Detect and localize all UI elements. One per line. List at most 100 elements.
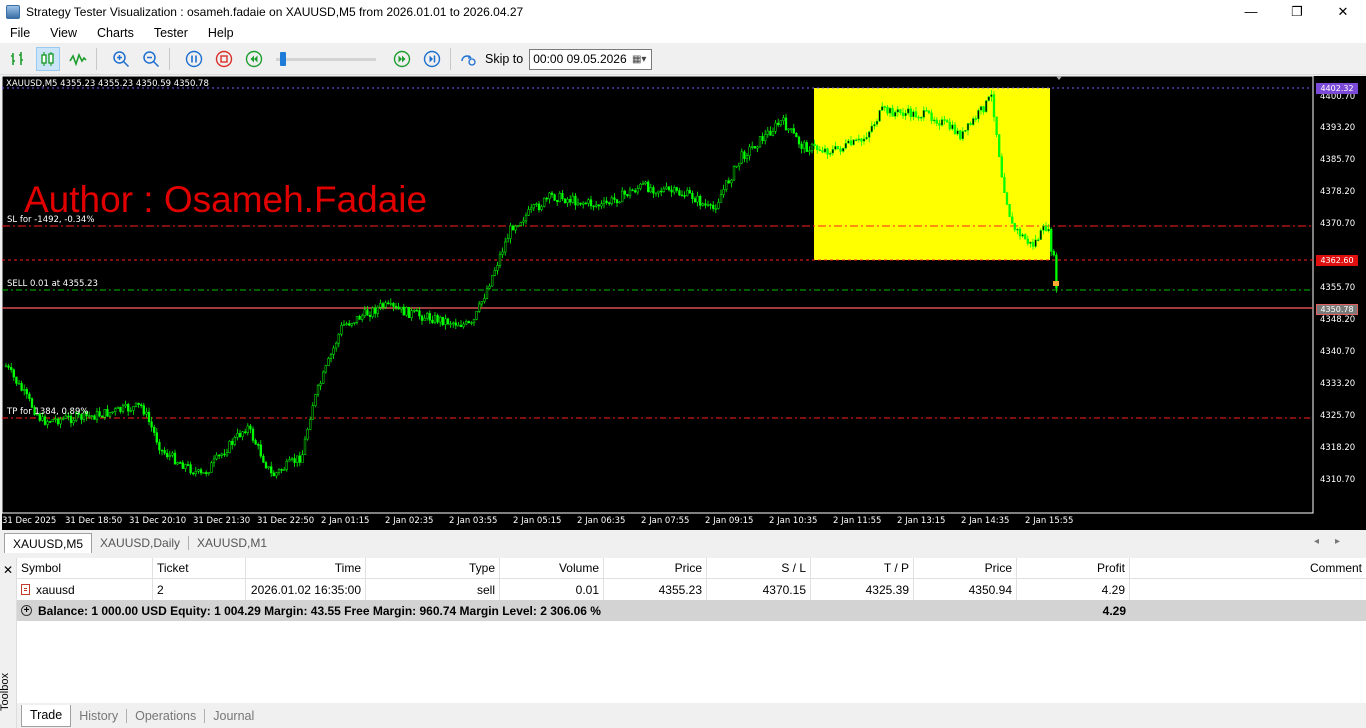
order-doc-icon xyxy=(21,584,30,595)
table-row[interactable]: xauusd 2 2026.01.02 16:35:00 sell 0.01 4… xyxy=(17,579,1366,600)
price-chart[interactable]: XAUUSD,M5 4355.23 4355.23 4350.59 4350.7… xyxy=(2,76,1366,530)
candle-body xyxy=(904,112,907,117)
line-chart-icon[interactable] xyxy=(66,47,90,71)
candle-body xyxy=(550,192,554,195)
toolbar-separator xyxy=(96,48,97,70)
slider-thumb[interactable] xyxy=(280,52,286,66)
candle-body xyxy=(862,138,866,142)
candle-body xyxy=(324,365,327,373)
maximize-button[interactable]: ❐ xyxy=(1274,0,1320,23)
tab-trade[interactable]: Trade xyxy=(21,704,72,727)
pause-icon[interactable] xyxy=(182,47,206,71)
candle-body xyxy=(540,206,543,211)
skip-to-icon[interactable] xyxy=(457,47,481,71)
time-label: 2 Jan 14:35 xyxy=(961,516,1010,526)
candle-body xyxy=(992,94,996,118)
tab-xauusd-m5[interactable]: XAUUSD,M5 xyxy=(4,533,93,553)
menu-help[interactable]: Help xyxy=(198,26,244,40)
candle-body xyxy=(106,409,109,417)
candle-body xyxy=(301,454,304,463)
candle-body xyxy=(1021,234,1024,237)
cell-time: 2026.01.02 16:35:00 xyxy=(246,579,366,600)
candle-body xyxy=(43,416,47,425)
fast-forward-icon[interactable] xyxy=(390,47,414,71)
col-time[interactable]: Time xyxy=(246,557,366,579)
candle-body xyxy=(20,382,23,391)
balance-row: + Balance: 1 000.00 USD Equity: 1 004.29… xyxy=(17,600,1366,621)
candle-body xyxy=(519,222,522,226)
candle-body xyxy=(173,452,177,465)
step-forward-icon[interactable] xyxy=(420,47,444,71)
cell-type: sell xyxy=(366,579,500,600)
candle-body xyxy=(413,309,416,312)
menu-view[interactable]: View xyxy=(40,26,87,40)
menu-tester[interactable]: Tester xyxy=(144,26,198,40)
col-volume[interactable]: Volume xyxy=(500,557,604,579)
candle-body xyxy=(4,365,8,368)
stop-icon[interactable] xyxy=(212,47,236,71)
col-symbol[interactable]: Symbol xyxy=(17,557,153,579)
candle-body xyxy=(816,145,819,151)
candle-body xyxy=(366,309,369,316)
col-current-price[interactable]: Price xyxy=(914,557,1017,579)
tab-scroll-arrows-icon[interactable]: ◂▸ xyxy=(1314,536,1356,547)
candle-body xyxy=(405,307,408,316)
balance-profit: 4.29 xyxy=(1102,603,1126,618)
candle-body xyxy=(361,315,364,320)
rewind-icon[interactable] xyxy=(242,47,266,71)
tab-xauusd-daily[interactable]: XAUUSD,Daily xyxy=(92,533,188,553)
chart-shift-icon xyxy=(1055,76,1063,80)
time-label: 31 Dec 20:10 xyxy=(129,516,187,526)
zoom-in-icon[interactable] xyxy=(109,47,133,71)
close-icon[interactable]: ✕ xyxy=(3,563,13,577)
candle-body xyxy=(987,96,990,101)
candle-body xyxy=(129,410,132,412)
col-type[interactable]: Type xyxy=(366,557,500,579)
cell-sl[interactable]: 4370.15 xyxy=(707,579,811,600)
candle-body xyxy=(933,119,936,122)
zoom-out-icon[interactable] xyxy=(139,47,163,71)
candle-body xyxy=(597,204,600,207)
candle-body xyxy=(493,270,496,276)
chart-canvas xyxy=(2,76,1314,514)
time-label: 2 Jan 01:15 xyxy=(321,516,370,526)
col-price[interactable]: Price xyxy=(604,557,707,579)
time-label: 2 Jan 13:15 xyxy=(897,516,946,526)
candle-body xyxy=(145,411,148,415)
minimize-button[interactable]: — xyxy=(1228,0,1274,23)
candle-body xyxy=(1003,176,1006,193)
tab-journal[interactable]: Journal xyxy=(205,705,262,727)
close-button[interactable]: ✕ xyxy=(1320,0,1366,23)
cell-tp[interactable]: 4325.39 xyxy=(811,579,914,600)
candle-body xyxy=(896,109,899,113)
candle-body xyxy=(449,323,452,326)
candle-body xyxy=(777,122,780,126)
col-tp[interactable]: T / P xyxy=(811,557,914,579)
tab-operations[interactable]: Operations xyxy=(127,705,204,727)
skip-to-date-value: 00:00 09.05.2026 xyxy=(533,52,627,66)
expand-icon[interactable]: + xyxy=(21,605,32,616)
col-comment[interactable]: Comment xyxy=(1130,558,1366,579)
candle-body xyxy=(766,130,769,135)
menu-file[interactable]: File xyxy=(0,26,40,40)
candle-body xyxy=(210,462,213,473)
candle-body xyxy=(922,110,925,118)
candle-body xyxy=(127,404,130,412)
time-label: 2 Jan 05:15 xyxy=(513,516,562,526)
candle-body xyxy=(891,107,894,117)
col-ticket[interactable]: Ticket xyxy=(153,557,246,579)
candle-body xyxy=(972,118,975,125)
candles-icon[interactable] xyxy=(36,47,60,71)
calendar-icon[interactable]: ▦▾ xyxy=(627,50,651,69)
tab-xauusd-m1[interactable]: XAUUSD,M1 xyxy=(189,533,275,553)
bar-chart-icon[interactable] xyxy=(6,47,30,71)
candle-body xyxy=(236,433,239,438)
menu-charts[interactable]: Charts xyxy=(87,26,144,40)
col-profit[interactable]: Profit xyxy=(1017,557,1130,579)
skip-to-date-input[interactable]: 00:00 09.05.2026 ▦▾ xyxy=(529,48,653,70)
col-sl[interactable]: S / L xyxy=(707,557,811,579)
candle-body xyxy=(553,194,556,201)
candle-body xyxy=(602,200,606,205)
speed-slider[interactable] xyxy=(276,49,376,69)
tab-history[interactable]: History xyxy=(71,705,126,727)
